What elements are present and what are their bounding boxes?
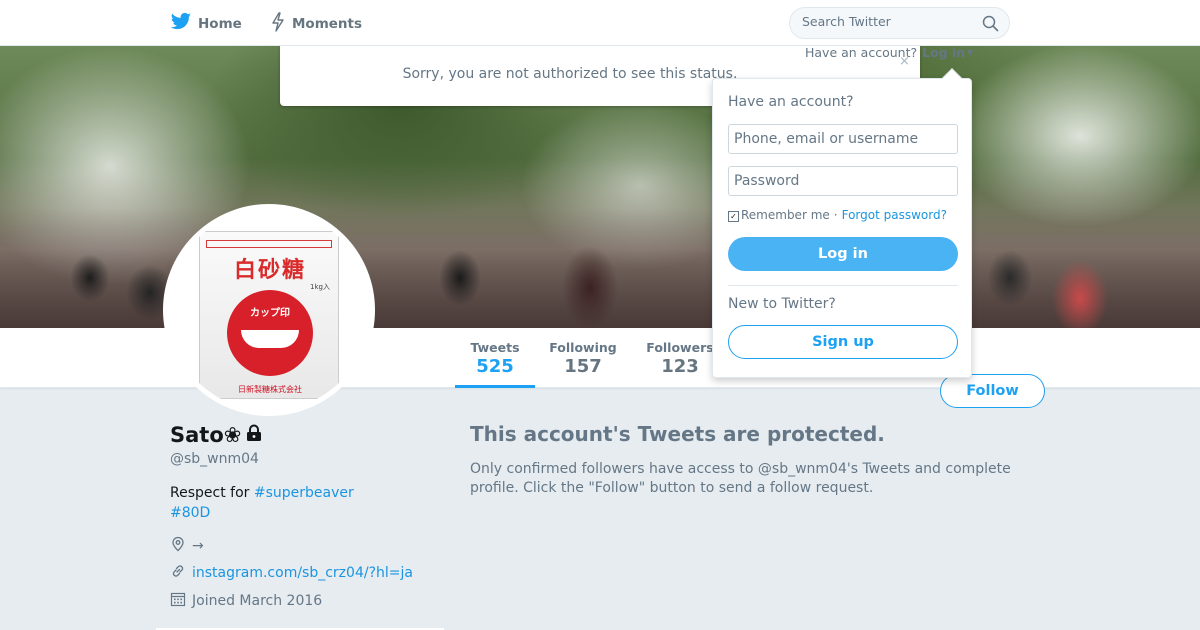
location-pin-icon [170, 536, 192, 556]
bag-top-stripe [206, 240, 332, 248]
remember-checkbox[interactable]: ✓ [728, 210, 739, 222]
stat-following-value: 157 [564, 356, 602, 377]
bag-title: 白砂糖 [233, 258, 306, 283]
follow-button[interactable]: Follow [940, 374, 1045, 408]
stat-followers[interactable]: Followers 123 [645, 340, 715, 377]
search-box [789, 7, 1010, 39]
nav-home-label: Home [198, 16, 242, 32]
protected-description: Only confirmed followers have access to … [470, 461, 1011, 496]
profile-name-text: Sato❀ [170, 423, 242, 447]
bio-text: Respect for [170, 485, 254, 501]
search-input[interactable] [802, 14, 972, 29]
new-to-twitter-label: New to Twitter? [728, 296, 836, 312]
stat-followers-label: Followers [646, 340, 714, 355]
nav-home[interactable]: Home [170, 12, 242, 36]
search-icon[interactable] [982, 15, 999, 36]
password-field[interactable] [728, 166, 958, 196]
avatar[interactable]: 白砂糖 1kg入 カップ印 日新製糖株式会社 [163, 204, 375, 416]
lock-icon [245, 423, 263, 447]
stat-followers-value: 123 [661, 356, 699, 377]
profile-handle[interactable]: @sb_wnm04 [170, 451, 259, 467]
bag-brand: カップ印 [250, 308, 290, 319]
stat-tweets-label: Tweets [470, 340, 520, 355]
link-icon [170, 563, 192, 583]
forgot-password-link[interactable]: Forgot password? [842, 208, 947, 222]
bio-hashtag-superbeaver[interactable]: #superbeaver [254, 485, 354, 501]
twitter-bird-icon [170, 12, 198, 36]
protected-title: This account's Tweets are protected. [470, 422, 885, 446]
signup-button[interactable]: Sign up [728, 325, 958, 359]
stat-following-label: Following [549, 340, 617, 355]
cup-icon [241, 330, 299, 348]
login-dropdown: × Have an account? ✓ Remember me · Forgo… [712, 54, 972, 378]
profile-joined: Joined March 2016 [170, 591, 322, 611]
caret-down-icon[interactable]: ▼ [967, 48, 973, 57]
nav-moments-label: Moments [292, 16, 363, 32]
stat-tweets-value: 525 [476, 356, 514, 377]
profile-bio: Respect for #superbeaver #80D [170, 483, 410, 523]
profile-name: Sato❀ [170, 423, 263, 447]
close-icon[interactable]: × [899, 54, 961, 69]
login-button[interactable]: Log in [728, 237, 958, 271]
lightning-icon [270, 12, 292, 36]
location-text: → [192, 538, 204, 554]
avatar-sugar-bag: 白砂糖 1kg入 カップ印 日新製糖株式会社 [199, 231, 339, 399]
stat-following[interactable]: Following 157 [548, 340, 618, 377]
separator: · [833, 208, 838, 222]
top-nav-bar: Home Moments [0, 0, 1200, 46]
profile-url: instagram.com/sb_crz04/?hl=ja [170, 563, 413, 583]
profile-url-link[interactable]: instagram.com/sb_crz04/?hl=ja [192, 565, 413, 581]
username-field[interactable] [728, 124, 958, 154]
nav-moments[interactable]: Moments [270, 12, 362, 36]
profile-location: → [170, 536, 204, 556]
bag-maker: 日新製糖株式会社 [238, 385, 302, 394]
bag-red-circle: カップ印 [227, 290, 313, 376]
calendar-icon [170, 591, 192, 611]
joined-text: Joined March 2016 [192, 593, 323, 609]
login-heading: Have an account? [728, 94, 854, 110]
divider [728, 285, 958, 286]
bio-hashtag-80d[interactable]: #80D [170, 505, 210, 521]
remember-row: ✓ Remember me · Forgot password? [728, 208, 947, 222]
remember-label: Remember me [741, 208, 830, 222]
bag-weight: 1kg入 [310, 283, 330, 291]
stat-tweets[interactable]: Tweets 525 [455, 340, 535, 388]
